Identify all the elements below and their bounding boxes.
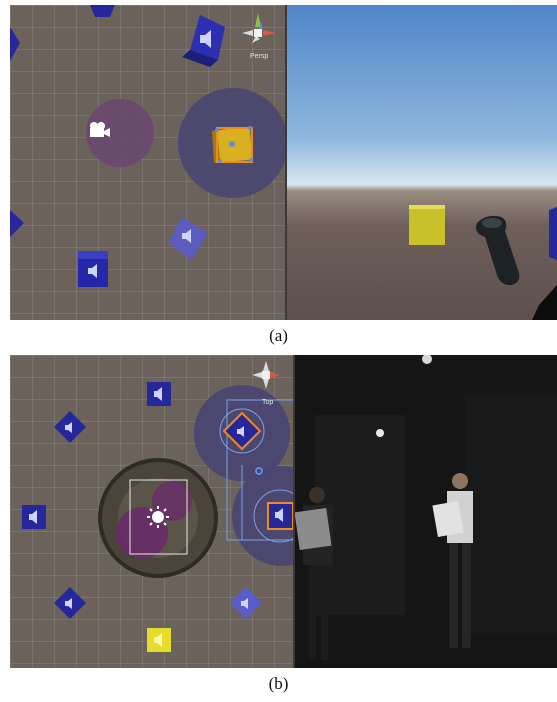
orientation-gizmo[interactable]: [242, 13, 276, 43]
speaker-cube[interactable]: [147, 382, 171, 406]
caption-a: (a): [269, 326, 288, 345]
view-mode-label[interactable]: Persp: [250, 53, 268, 60]
stage-light: [376, 429, 384, 437]
selected-speaker-cube[interactable]: [267, 502, 293, 530]
stage-photo-content: [295, 355, 557, 668]
game-a-objects: [409, 205, 557, 320]
speaker-cube[interactable]: [168, 217, 208, 260]
speaker-cube[interactable]: [54, 587, 86, 619]
caption-b: (b): [268, 674, 289, 693]
speaker-cube[interactable]: [10, 210, 24, 237]
game-view-a: [287, 5, 557, 320]
speaker-cube[interactable]: [182, 15, 225, 67]
vr-controller-icon: [476, 215, 520, 286]
view-mode-label[interactable]: Top: [262, 399, 273, 406]
speaker-cube[interactable]: [22, 505, 46, 529]
speaker-cube[interactable]: [10, 27, 20, 61]
speaker-cube[interactable]: [54, 411, 86, 443]
controller-edge: [532, 285, 557, 320]
orientation-gizmo[interactable]: [252, 361, 280, 389]
yellow-cube[interactable]: [147, 628, 171, 652]
scene-view-b[interactable]: Top: [10, 355, 293, 668]
yellow-cube: [409, 205, 445, 245]
speaker-cube[interactable]: [230, 587, 262, 619]
speaker-cube[interactable]: [90, 5, 115, 17]
speaker-cube[interactable]: [78, 251, 108, 287]
speaker-cube: [549, 207, 557, 260]
selected-speaker-cube[interactable]: [212, 126, 253, 163]
scene-a-objects: [10, 5, 285, 287]
stage-photo-b: [295, 355, 557, 668]
scene-view-a[interactable]: Persp: [10, 5, 285, 320]
scene-b-objects: [22, 361, 293, 652]
